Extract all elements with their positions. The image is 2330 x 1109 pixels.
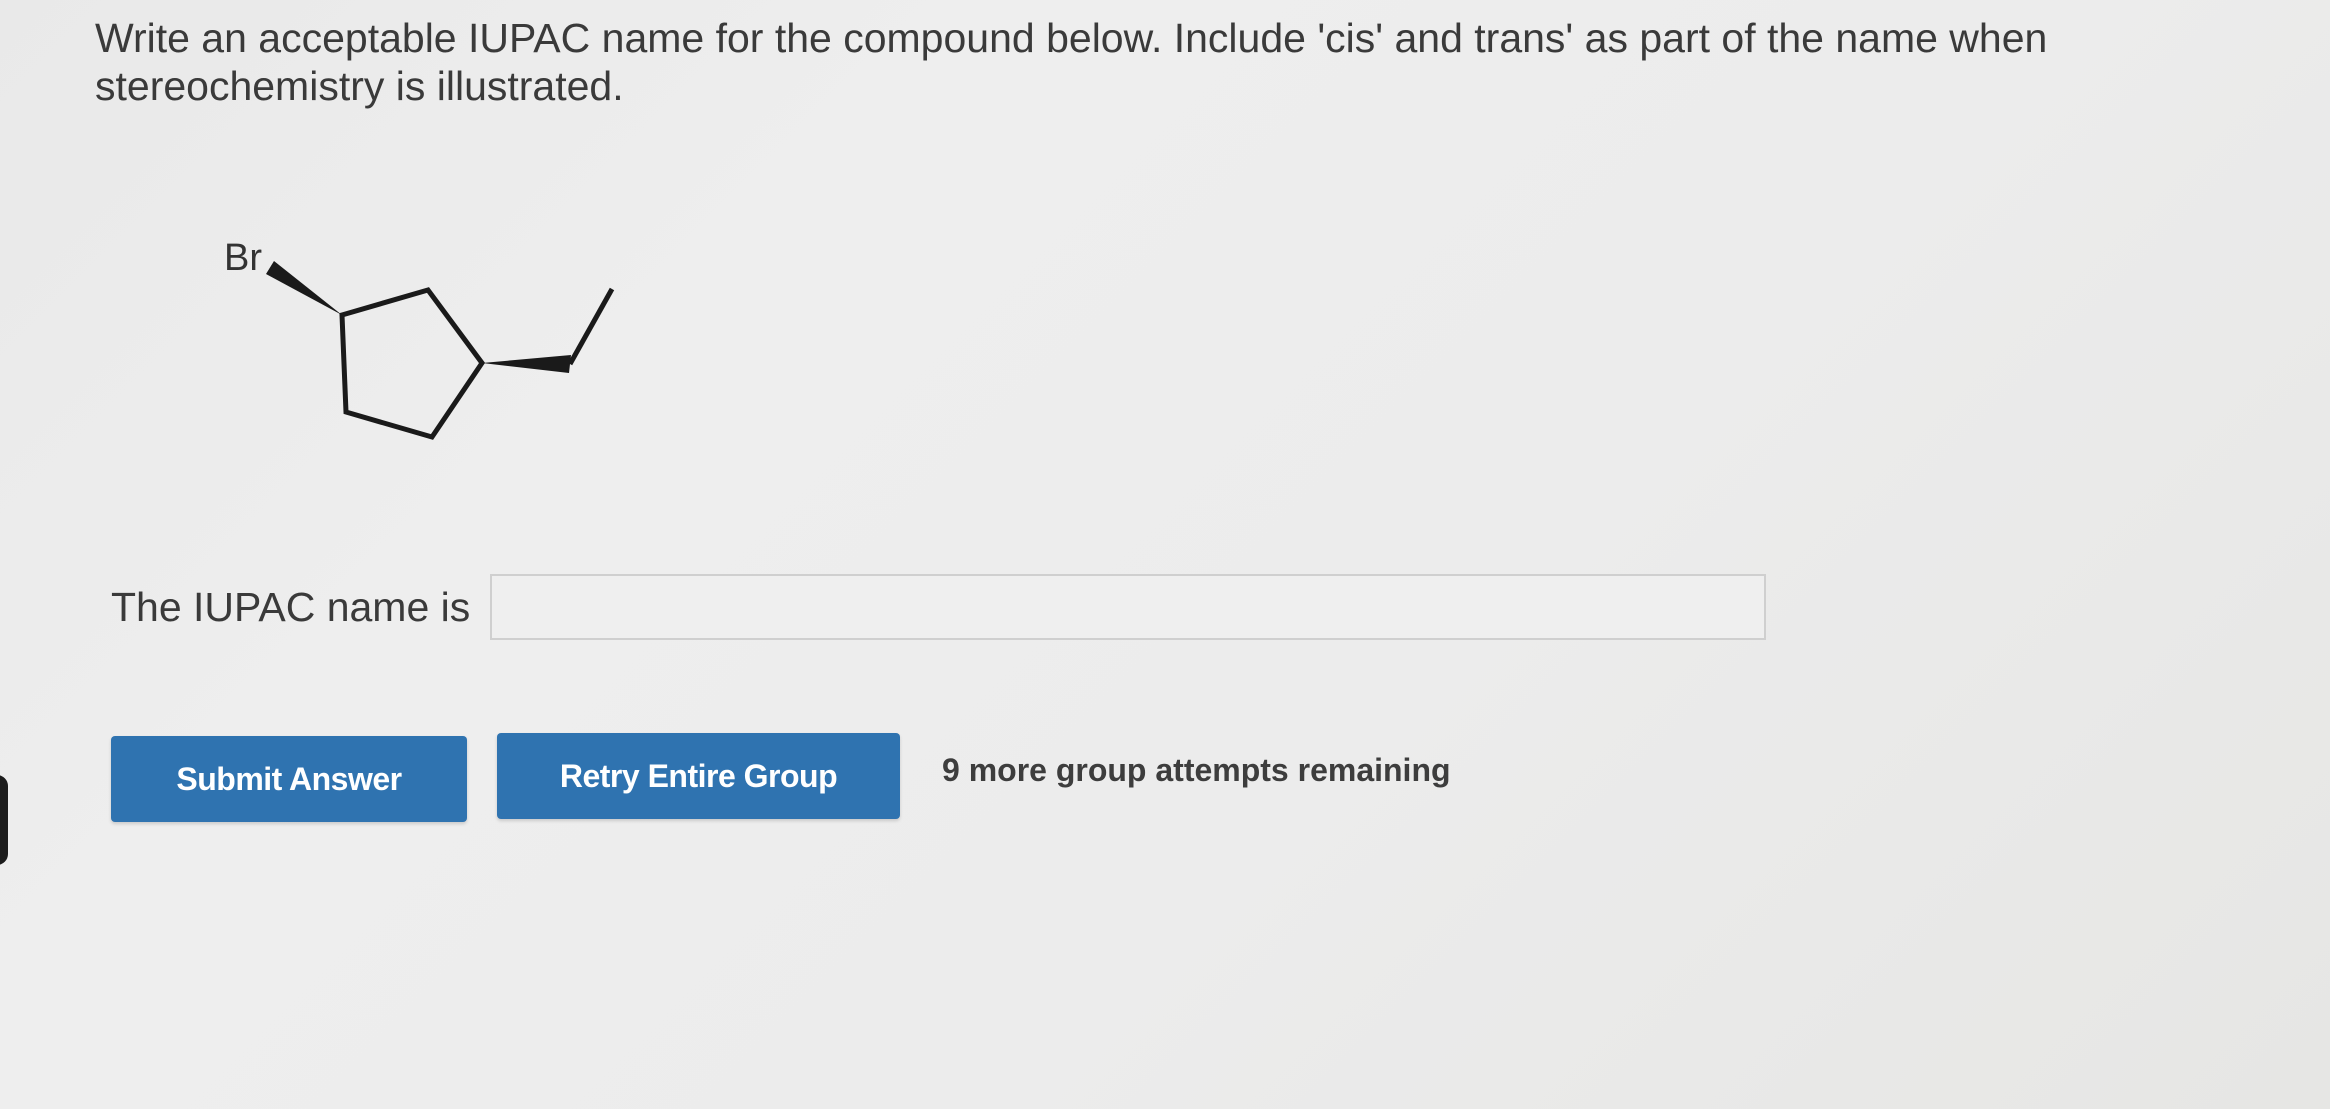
left-edge-tab	[0, 775, 8, 865]
wedge-bond-ethyl	[482, 355, 571, 373]
bromine-label: Br	[224, 237, 262, 279]
answer-label: The IUPAC name is	[111, 583, 471, 630]
question-text: Write an acceptable IUPAC name for the c…	[95, 15, 2048, 109]
iupac-name-input[interactable]	[490, 574, 1767, 640]
submit-answer-button[interactable]: Submit Answer	[111, 736, 467, 822]
assignment-page: Write an acceptable IUPAC name for the c…	[0, 0, 2330, 1109]
answer-row: The IUPAC name is	[111, 572, 1767, 642]
wedge-bond-bromine	[266, 261, 342, 315]
chemical-structure: Br	[224, 237, 615, 440]
cyclopentane-ring	[339, 287, 486, 440]
ethyl-terminal-bond	[567, 287, 615, 366]
retry-entire-group-button[interactable]: Retry Entire Group	[497, 733, 900, 819]
attempts-remaining-text: 9 more group attempts remaining	[942, 752, 1451, 788]
